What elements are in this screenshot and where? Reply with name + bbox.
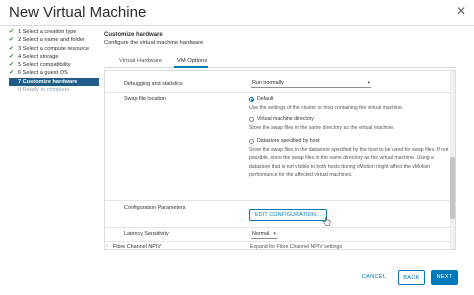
swap-file-label: Swap file location bbox=[124, 96, 166, 102]
divider bbox=[105, 241, 451, 242]
active-tab-indicator bbox=[174, 66, 208, 68]
next-button[interactable]: NEXT bbox=[431, 270, 458, 285]
swap-default-radio[interactable] bbox=[249, 97, 254, 102]
swap-vm-dir-radio[interactable] bbox=[249, 117, 254, 122]
latency-label: Latency Sensitivity bbox=[124, 231, 169, 237]
chevron-down-icon: ▾ bbox=[367, 80, 370, 86]
check-icon: ✔ bbox=[9, 70, 15, 77]
divider bbox=[105, 227, 451, 228]
step-label: 5 Select compatibility bbox=[18, 62, 71, 69]
debugging-value: Run normally bbox=[252, 80, 284, 86]
check-icon: ✔ bbox=[9, 53, 15, 60]
close-icon[interactable]: ✕ bbox=[455, 5, 467, 17]
step-6[interactable]: ✔ 6 Select a guest OS bbox=[9, 69, 99, 77]
step-label: 8 Ready to complete bbox=[18, 87, 70, 94]
latency-select[interactable]: Normal ▾ bbox=[251, 230, 277, 239]
swap-datastore-radio[interactable] bbox=[249, 139, 254, 144]
edit-configuration-button[interactable]: EDIT CONFIGURATION... bbox=[249, 209, 327, 221]
step-2[interactable]: ✔ 2 Select a name and folder bbox=[9, 36, 99, 44]
swap-datastore-desc: Store the swap files in the datastore sp… bbox=[249, 147, 449, 178]
chevron-down-icon: ▾ bbox=[273, 231, 276, 237]
window-title: New Virtual Machine bbox=[9, 4, 147, 21]
debugging-select[interactable]: Run normally ▾ bbox=[251, 79, 371, 88]
step-label: 2 Select a name and folder bbox=[18, 37, 85, 44]
check-icon: ✔ bbox=[9, 37, 15, 44]
tab-virtual-hardware[interactable]: Virtual Hardware bbox=[119, 58, 162, 64]
step-3[interactable]: ✔ 3 Select a compute resource bbox=[9, 45, 99, 53]
check-icon: ✔ bbox=[9, 45, 15, 52]
title-bar: New Virtual Machine ✕ bbox=[0, 0, 474, 26]
step-5[interactable]: ✔ 5 Select compatibility bbox=[9, 61, 99, 69]
swap-default-desc: Use the settings of the cluster or host … bbox=[249, 105, 404, 111]
check-icon: ✔ bbox=[9, 29, 15, 35]
swap-vm-dir-desc: Store the swap files in the same directo… bbox=[249, 125, 395, 131]
tab-vm-options[interactable]: VM Options bbox=[177, 58, 207, 64]
step-label: 7 Customize hardware bbox=[18, 78, 78, 85]
config-params-label: Configuration Parameters bbox=[124, 205, 186, 211]
back-button[interactable]: BACK bbox=[398, 270, 425, 285]
page-subtitle: Configure the virtual machine hardware bbox=[104, 40, 204, 46]
swap-datastore-label: Datastore specified by host bbox=[257, 138, 320, 144]
step-label: 4 Select storage bbox=[18, 53, 59, 60]
swap-default-label: Default bbox=[257, 96, 274, 102]
step-8: 8 Ready to complete bbox=[9, 86, 99, 94]
step-7[interactable]: 7 Customize hardware bbox=[9, 77, 99, 87]
chevron-right-icon[interactable]: › bbox=[106, 243, 108, 249]
step-1[interactable]: ✔ 1 Select a creation type bbox=[9, 28, 99, 36]
step-label: 1 Select a creation type bbox=[18, 29, 77, 35]
vm-options-panel: Debugging and statistics Run normally ▾ … bbox=[104, 70, 456, 250]
check-icon: ✔ bbox=[9, 62, 15, 69]
fibre-channel-label[interactable]: Fibre Channel NPIV bbox=[113, 244, 161, 249]
step-label: 6 Select a guest OS bbox=[18, 70, 68, 77]
scrollbar-thumb[interactable] bbox=[450, 157, 455, 219]
debugging-label: Debugging and statistics bbox=[124, 81, 183, 87]
step-4[interactable]: ✔ 4 Select storage bbox=[9, 53, 99, 61]
divider bbox=[105, 92, 451, 93]
step-label: 3 Select a compute resource bbox=[18, 45, 90, 52]
hand-cursor-icon bbox=[323, 217, 331, 226]
fibre-channel-desc: Expand for Fibre Channel NPIV settings bbox=[250, 244, 342, 250]
tab-bar: Virtual Hardware VM Options bbox=[104, 56, 456, 68]
wizard-steps: ✔ 1 Select a creation type ✔ 2 Select a na… bbox=[9, 28, 99, 94]
swap-vm-dir-label: Virtual machine directory bbox=[257, 116, 314, 122]
page-title: Customize hardware bbox=[104, 32, 163, 38]
cancel-button[interactable]: CANCEL bbox=[358, 270, 390, 285]
divider bbox=[105, 200, 451, 201]
latency-value: Normal bbox=[252, 231, 270, 237]
